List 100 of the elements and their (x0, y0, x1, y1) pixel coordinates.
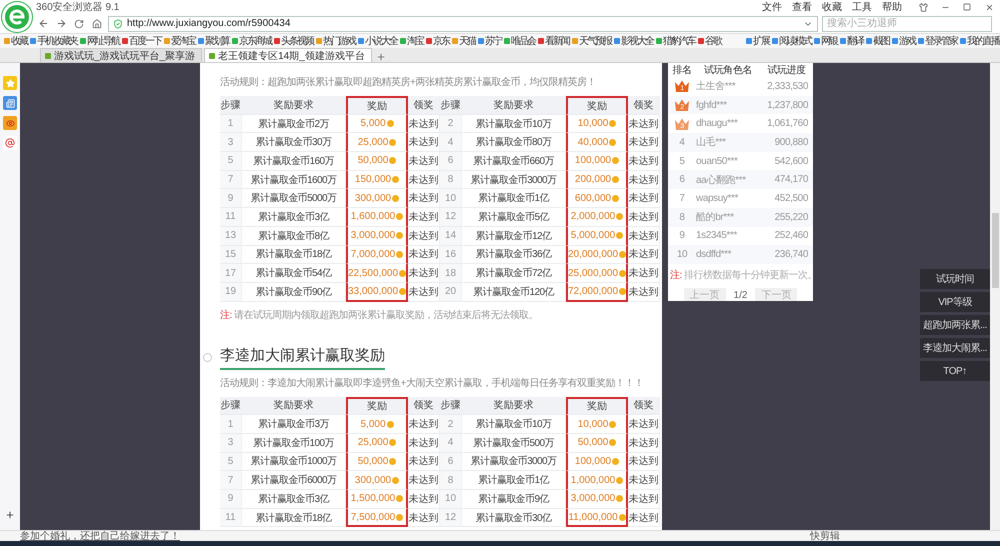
nav-button[interactable]: 超跑加两张累... (920, 315, 990, 335)
bookmark-item[interactable]: 收藏 (4, 34, 28, 48)
toolbar-item[interactable]: 网银 (814, 34, 838, 48)
table-cell: 未达到 (408, 152, 440, 171)
bookmark-item[interactable]: 淘宝 (400, 34, 424, 48)
bookmark-item[interactable]: 热门游戏 (316, 34, 356, 48)
rank-number: 7 (679, 192, 685, 204)
table-cell: 累计赢取金币100万 (242, 434, 346, 453)
coin-icon (389, 157, 396, 164)
bookmark-item[interactable]: 谷歌 (698, 34, 722, 48)
coin-icon (612, 176, 620, 184)
column-header: 步骤 (220, 396, 242, 416)
bookmark-item[interactable]: 猎豹汽车 (656, 34, 696, 48)
nav-button[interactable]: 试玩时间 (920, 269, 990, 289)
coin-icon (399, 270, 406, 277)
star-icon[interactable] (3, 76, 17, 90)
reward-cell: 33,000,000 (346, 282, 408, 302)
table-cell: 未达到 (628, 133, 660, 152)
browser-tab[interactable]: 老王领建专区14期_领建游戏平台 (204, 48, 372, 62)
news-icon[interactable] (3, 96, 17, 110)
bookmark-item[interactable]: 爱淘宝 (164, 34, 196, 48)
column-header: 步骤 (440, 96, 462, 115)
table-cell: 累计赢取金币9亿 (462, 490, 566, 509)
table-cell: 4 (440, 133, 462, 152)
table-cell: 18 (440, 264, 462, 283)
scrollbar[interactable] (990, 63, 1000, 530)
progress-value: 255,220 (760, 208, 813, 226)
reward-cell: 22,500,000 (346, 264, 408, 283)
menu-item[interactable]: 工具 (852, 0, 872, 14)
bookmark-item[interactable]: 头条视频 (274, 34, 314, 48)
browser-tab[interactable]: 游戏试玩_游戏试玩平台_聚享游 (40, 48, 202, 62)
bookmark-item[interactable]: 聚划算 (198, 34, 230, 48)
player-name: dsdffd*** (696, 245, 760, 264)
table-cell: 累计赢取金币1600万 (242, 170, 346, 190)
table-cell: 8 (440, 170, 462, 190)
table-cell: 未达到 (408, 208, 440, 227)
table-cell: 累计赢取金币72亿 (462, 264, 566, 283)
coin-icon (389, 138, 396, 146)
reward-cell: 50,000 (346, 452, 408, 472)
toolbar-item[interactable]: 我的直播 (960, 34, 1000, 48)
reward-cell: 72,000,000 (566, 282, 628, 302)
search-field[interactable]: 搜索小三劝退师 (822, 16, 992, 32)
coin-icon (396, 495, 404, 502)
coin-icon (612, 458, 620, 465)
table-cell: 3 (220, 133, 242, 152)
bookmark-item[interactable]: 网址导航 (80, 34, 120, 48)
home-icon[interactable] (90, 18, 104, 28)
table-cell: 累计赢取金币2万 (242, 114, 346, 134)
toolbar-item[interactable]: 翻译 (840, 34, 864, 48)
toolbar-item[interactable]: 截图 (866, 34, 890, 48)
bookmark-item[interactable]: 天气预报 (572, 34, 612, 48)
table-cell: 11 (220, 508, 242, 528)
table-cell: 未达到 (628, 508, 660, 528)
coin-icon (609, 439, 616, 446)
player-name: 酷的br*** (696, 208, 760, 226)
nav-button[interactable]: VIP等级 (920, 292, 990, 312)
bookmark-item[interactable]: 天猫 (452, 34, 476, 48)
table-cell: 未达到 (408, 189, 440, 208)
coin-icon (392, 476, 400, 484)
bookmark-item[interactable]: 影视大全 (614, 34, 654, 48)
menu-item[interactable]: 收藏 (822, 0, 842, 14)
bookmark-item[interactable]: 京东 (426, 34, 450, 48)
table-cell: 未达到 (408, 490, 440, 509)
bookmark-item[interactable]: 看新闻 (538, 34, 570, 48)
rule-text: 活动规则：李逵加大闹累计赢取即李逵劈鱼+大闹天空累计赢取，手机端每日任务享有双重奖励！！！ (220, 376, 644, 390)
toolbar-item[interactable]: 阅读模式 (772, 34, 812, 48)
menu-item[interactable]: 帮助 (882, 0, 902, 14)
bookmark-item[interactable]: 苏宁 (478, 34, 502, 48)
bookmark-item[interactable]: 小说大全 (358, 34, 398, 48)
status-item[interactable]: 快剪辑 (810, 529, 840, 543)
nav-button[interactable]: 李逵加大闹累... (920, 338, 990, 358)
bookmark-item[interactable]: 唯品会 (504, 34, 536, 48)
refresh-icon[interactable] (72, 18, 86, 28)
table-cell: 累计赢取金币6000万 (242, 471, 346, 490)
column-header: 奖励 (566, 96, 628, 115)
column-header: 领奖 (628, 396, 660, 416)
menu-item[interactable]: 查看 (792, 0, 812, 14)
toolbar-item[interactable]: 扩展 (746, 34, 770, 48)
eye-icon[interactable] (3, 116, 17, 130)
address-bar[interactable]: http://www.juxiangyou.com/r5900434 (108, 16, 818, 32)
toolbar-item[interactable]: 游戏 (892, 34, 916, 48)
table-cell: 12 (440, 208, 462, 227)
table-cell: 9 (220, 490, 242, 509)
news-link[interactable]: 参加个婚礼，还把自己给嫁进去了！ (20, 529, 810, 543)
at-sign-icon[interactable] (3, 136, 17, 150)
bookmark-item[interactable]: 手机收藏夹 (30, 34, 78, 48)
nav-button[interactable]: TOP↑ (920, 361, 990, 381)
reward-cell: 50,000 (566, 434, 628, 453)
table-cell: 19 (220, 282, 242, 302)
toolbar-item[interactable]: 登录管家 (918, 34, 958, 48)
menu-item[interactable]: 文件 (762, 0, 782, 14)
table-cell: 未达到 (628, 490, 660, 509)
table-cell: 未达到 (628, 264, 660, 283)
table-cell: 3 (220, 434, 242, 453)
coin-icon (609, 138, 616, 146)
bookmark-item[interactable]: 京东商城 (232, 34, 272, 48)
reward-cell: 5,000 (346, 114, 408, 134)
player-name: 山毛*** (696, 133, 760, 152)
bookmark-item[interactable]: 百度一下 (122, 34, 162, 48)
table-cell: 累计赢取金币500万 (462, 434, 566, 453)
